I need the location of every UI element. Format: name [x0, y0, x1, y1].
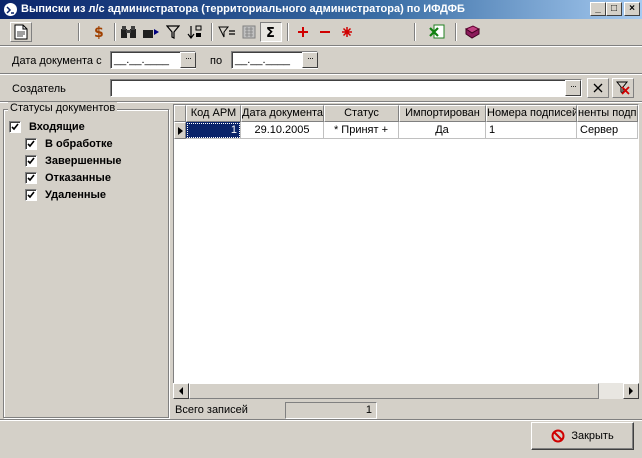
column-header-doc-date[interactable]: Дата документа	[241, 105, 324, 122]
dollar-icon: $	[94, 25, 104, 40]
close-window-button[interactable]: ×	[624, 2, 640, 16]
calculator-button[interactable]	[238, 22, 260, 42]
checkbox-box[interactable]	[9, 121, 21, 133]
sum-icon: Σ	[266, 26, 275, 39]
close-icon	[593, 83, 603, 93]
date-from-value: __.__.____	[114, 54, 170, 66]
clear-filter-icon	[616, 81, 630, 95]
excel-icon	[429, 24, 445, 39]
checkmark-icon	[11, 123, 19, 131]
date-from-picker-button[interactable]: ···	[180, 52, 196, 68]
help-book-button[interactable]	[461, 22, 483, 42]
total-records-value: 1	[285, 402, 377, 419]
horizontal-scrollbar[interactable]	[173, 383, 639, 399]
export-excel-button[interactable]	[426, 22, 448, 42]
scroll-right-button[interactable]	[623, 383, 639, 399]
cell-signature-components[interactable]: Сервер	[577, 122, 638, 139]
document-icon	[14, 24, 28, 40]
checkbox-incoming[interactable]: Входящие	[9, 121, 85, 133]
payment-button[interactable]: $	[88, 22, 110, 42]
sort-button[interactable]	[184, 22, 206, 42]
date-to-value: __.__.____	[235, 54, 291, 66]
creator-label: Создатель	[12, 83, 66, 95]
scroll-thumb[interactable]	[189, 383, 599, 399]
filter-eq-icon	[218, 26, 235, 38]
current-row-icon	[178, 127, 183, 135]
column-header-imported[interactable]: Импортирован	[399, 105, 486, 122]
find-next-icon	[143, 29, 159, 38]
app-icon	[4, 3, 17, 16]
creator-picker-button[interactable]: ···	[565, 80, 581, 96]
date-to-label: по	[210, 55, 223, 67]
column-header-signature-numbers[interactable]: Номера подписей	[486, 105, 577, 122]
cell-status[interactable]: * Принят +	[324, 122, 399, 139]
add-button[interactable]	[292, 22, 314, 42]
date-from-label: Дата документа с	[12, 55, 102, 67]
checkmark-icon	[27, 157, 35, 165]
find-next-button[interactable]	[140, 22, 162, 42]
documents-grid[interactable]: Код АРМ Дата документа Статус Импортиров…	[173, 104, 639, 399]
checkbox-box[interactable]	[25, 172, 37, 184]
row-indicator[interactable]	[174, 122, 186, 139]
scroll-left-button[interactable]	[173, 383, 189, 399]
add-icon	[298, 27, 308, 37]
total-records-label: Всего записей	[175, 404, 248, 416]
cell-imported[interactable]: Да	[399, 122, 486, 139]
filter-eq-button[interactable]	[216, 22, 238, 42]
svg-text:Σ: Σ	[266, 26, 275, 39]
grid-corner	[174, 105, 186, 122]
no-entry-icon	[551, 429, 565, 443]
status-group-title: Статусы документов	[8, 102, 118, 114]
toolbar: $ Σ	[0, 20, 642, 44]
checkmark-icon	[27, 191, 35, 199]
clear-filter-button[interactable]	[612, 78, 634, 98]
sum-button[interactable]: Σ	[260, 22, 282, 42]
checkbox-rejected[interactable]: Отказанные	[25, 172, 111, 184]
close-button-label: Закрыть	[571, 430, 614, 442]
filter-icon	[166, 25, 180, 39]
arrow-right-icon	[629, 387, 633, 395]
checkbox-label: В обработке	[45, 138, 113, 150]
filter-button[interactable]	[162, 22, 184, 42]
checkbox-box[interactable]	[25, 189, 37, 201]
checkbox-label: Завершенные	[45, 155, 122, 167]
column-header-arm-code[interactable]: Код АРМ	[186, 105, 241, 122]
mark-button[interactable]	[336, 22, 358, 42]
creator-input[interactable]	[110, 79, 582, 97]
svg-text:$: $	[94, 25, 104, 40]
cell-doc-date[interactable]: 29.10.2005	[241, 122, 324, 139]
checkbox-label: Отказанные	[45, 172, 111, 184]
binoculars-icon	[121, 26, 136, 38]
checkbox-completed[interactable]: Завершенные	[25, 155, 122, 167]
checkbox-deleted[interactable]: Удаленные	[25, 189, 106, 201]
new-document-button[interactable]	[10, 22, 32, 42]
checkbox-label: Удаленные	[45, 189, 107, 201]
checkmark-icon	[27, 174, 35, 182]
checkbox-box[interactable]	[25, 155, 37, 167]
arrow-left-icon	[179, 387, 183, 395]
checkbox-processing[interactable]: В обработке	[25, 138, 113, 150]
search-button[interactable]	[118, 22, 140, 42]
cell-arm-code[interactable]: 1	[186, 122, 241, 139]
close-button[interactable]: Закрыть	[531, 422, 634, 450]
sort-icon	[187, 25, 202, 39]
minimize-button[interactable]: _	[590, 2, 606, 16]
calculator-icon	[242, 25, 256, 39]
column-header-status[interactable]: Статус	[324, 105, 399, 122]
book-icon	[464, 25, 480, 39]
clear-creator-button[interactable]	[587, 78, 609, 98]
checkbox-box[interactable]	[25, 138, 37, 150]
checkmark-icon	[27, 140, 35, 148]
remove-button[interactable]	[314, 22, 336, 42]
date-to-picker-button[interactable]: ···	[302, 52, 318, 68]
checkbox-label: Входящие	[29, 121, 85, 133]
window-title: Выписки из л/с администратора (территори…	[21, 3, 465, 15]
cell-signature-numbers[interactable]: 1	[486, 122, 577, 139]
asterisk-icon	[342, 27, 352, 37]
title-bar[interactable]: Выписки из л/с администратора (территори…	[0, 0, 642, 19]
column-header-signature-components[interactable]: ненты подпи	[577, 105, 638, 122]
maximize-button[interactable]: □	[606, 2, 622, 16]
remove-icon	[320, 31, 330, 33]
